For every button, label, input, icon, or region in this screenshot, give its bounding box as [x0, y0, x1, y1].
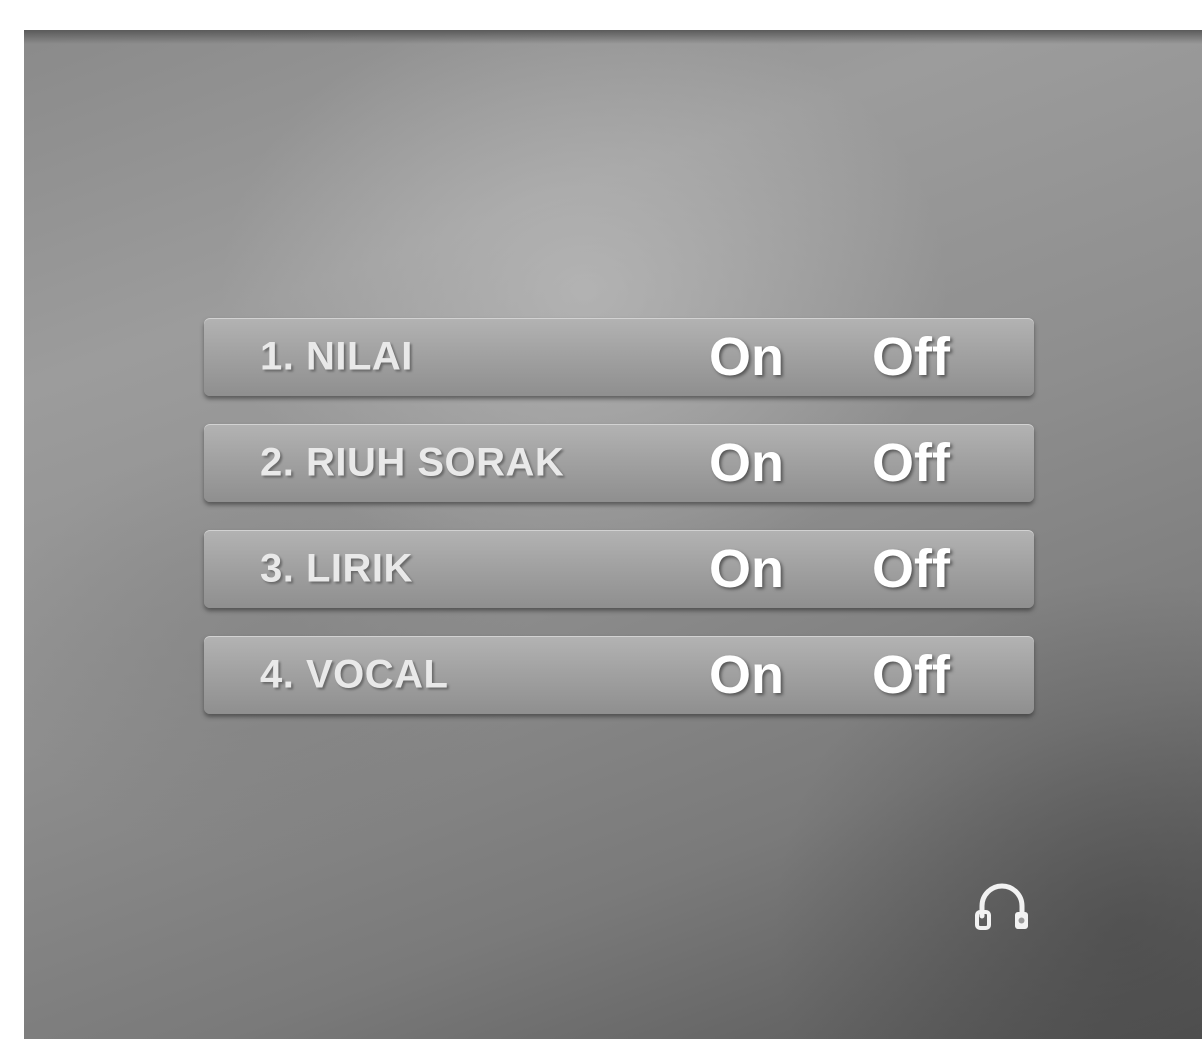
off-option[interactable]: Off	[872, 432, 950, 494]
menu-item-label: 3. LIRIK	[260, 546, 413, 591]
off-option[interactable]: Off	[872, 644, 950, 706]
headphone-icon	[972, 878, 1032, 938]
on-option[interactable]: On	[709, 644, 784, 706]
settings-menu: 1. NILAI On Off 2. RIUH SORAK On Off 3. …	[204, 318, 1034, 742]
on-option[interactable]: On	[709, 326, 784, 388]
on-option[interactable]: On	[709, 538, 784, 600]
menu-item-riuh-sorak[interactable]: 2. RIUH SORAK On Off	[204, 424, 1034, 502]
menu-item-vocal[interactable]: 4. VOCAL On Off	[204, 636, 1034, 714]
off-option[interactable]: Off	[872, 326, 950, 388]
on-option[interactable]: On	[709, 432, 784, 494]
menu-item-label: 4. VOCAL	[260, 652, 449, 697]
menu-item-label: 1. NILAI	[260, 334, 413, 379]
menu-item-lirik[interactable]: 3. LIRIK On Off	[204, 530, 1034, 608]
off-option[interactable]: Off	[872, 538, 950, 600]
menu-item-nilai[interactable]: 1. NILAI On Off	[204, 318, 1034, 396]
karaoke-settings-screen: 1. NILAI On Off 2. RIUH SORAK On Off 3. …	[24, 30, 1202, 1039]
menu-item-label: 2. RIUH SORAK	[260, 440, 565, 485]
